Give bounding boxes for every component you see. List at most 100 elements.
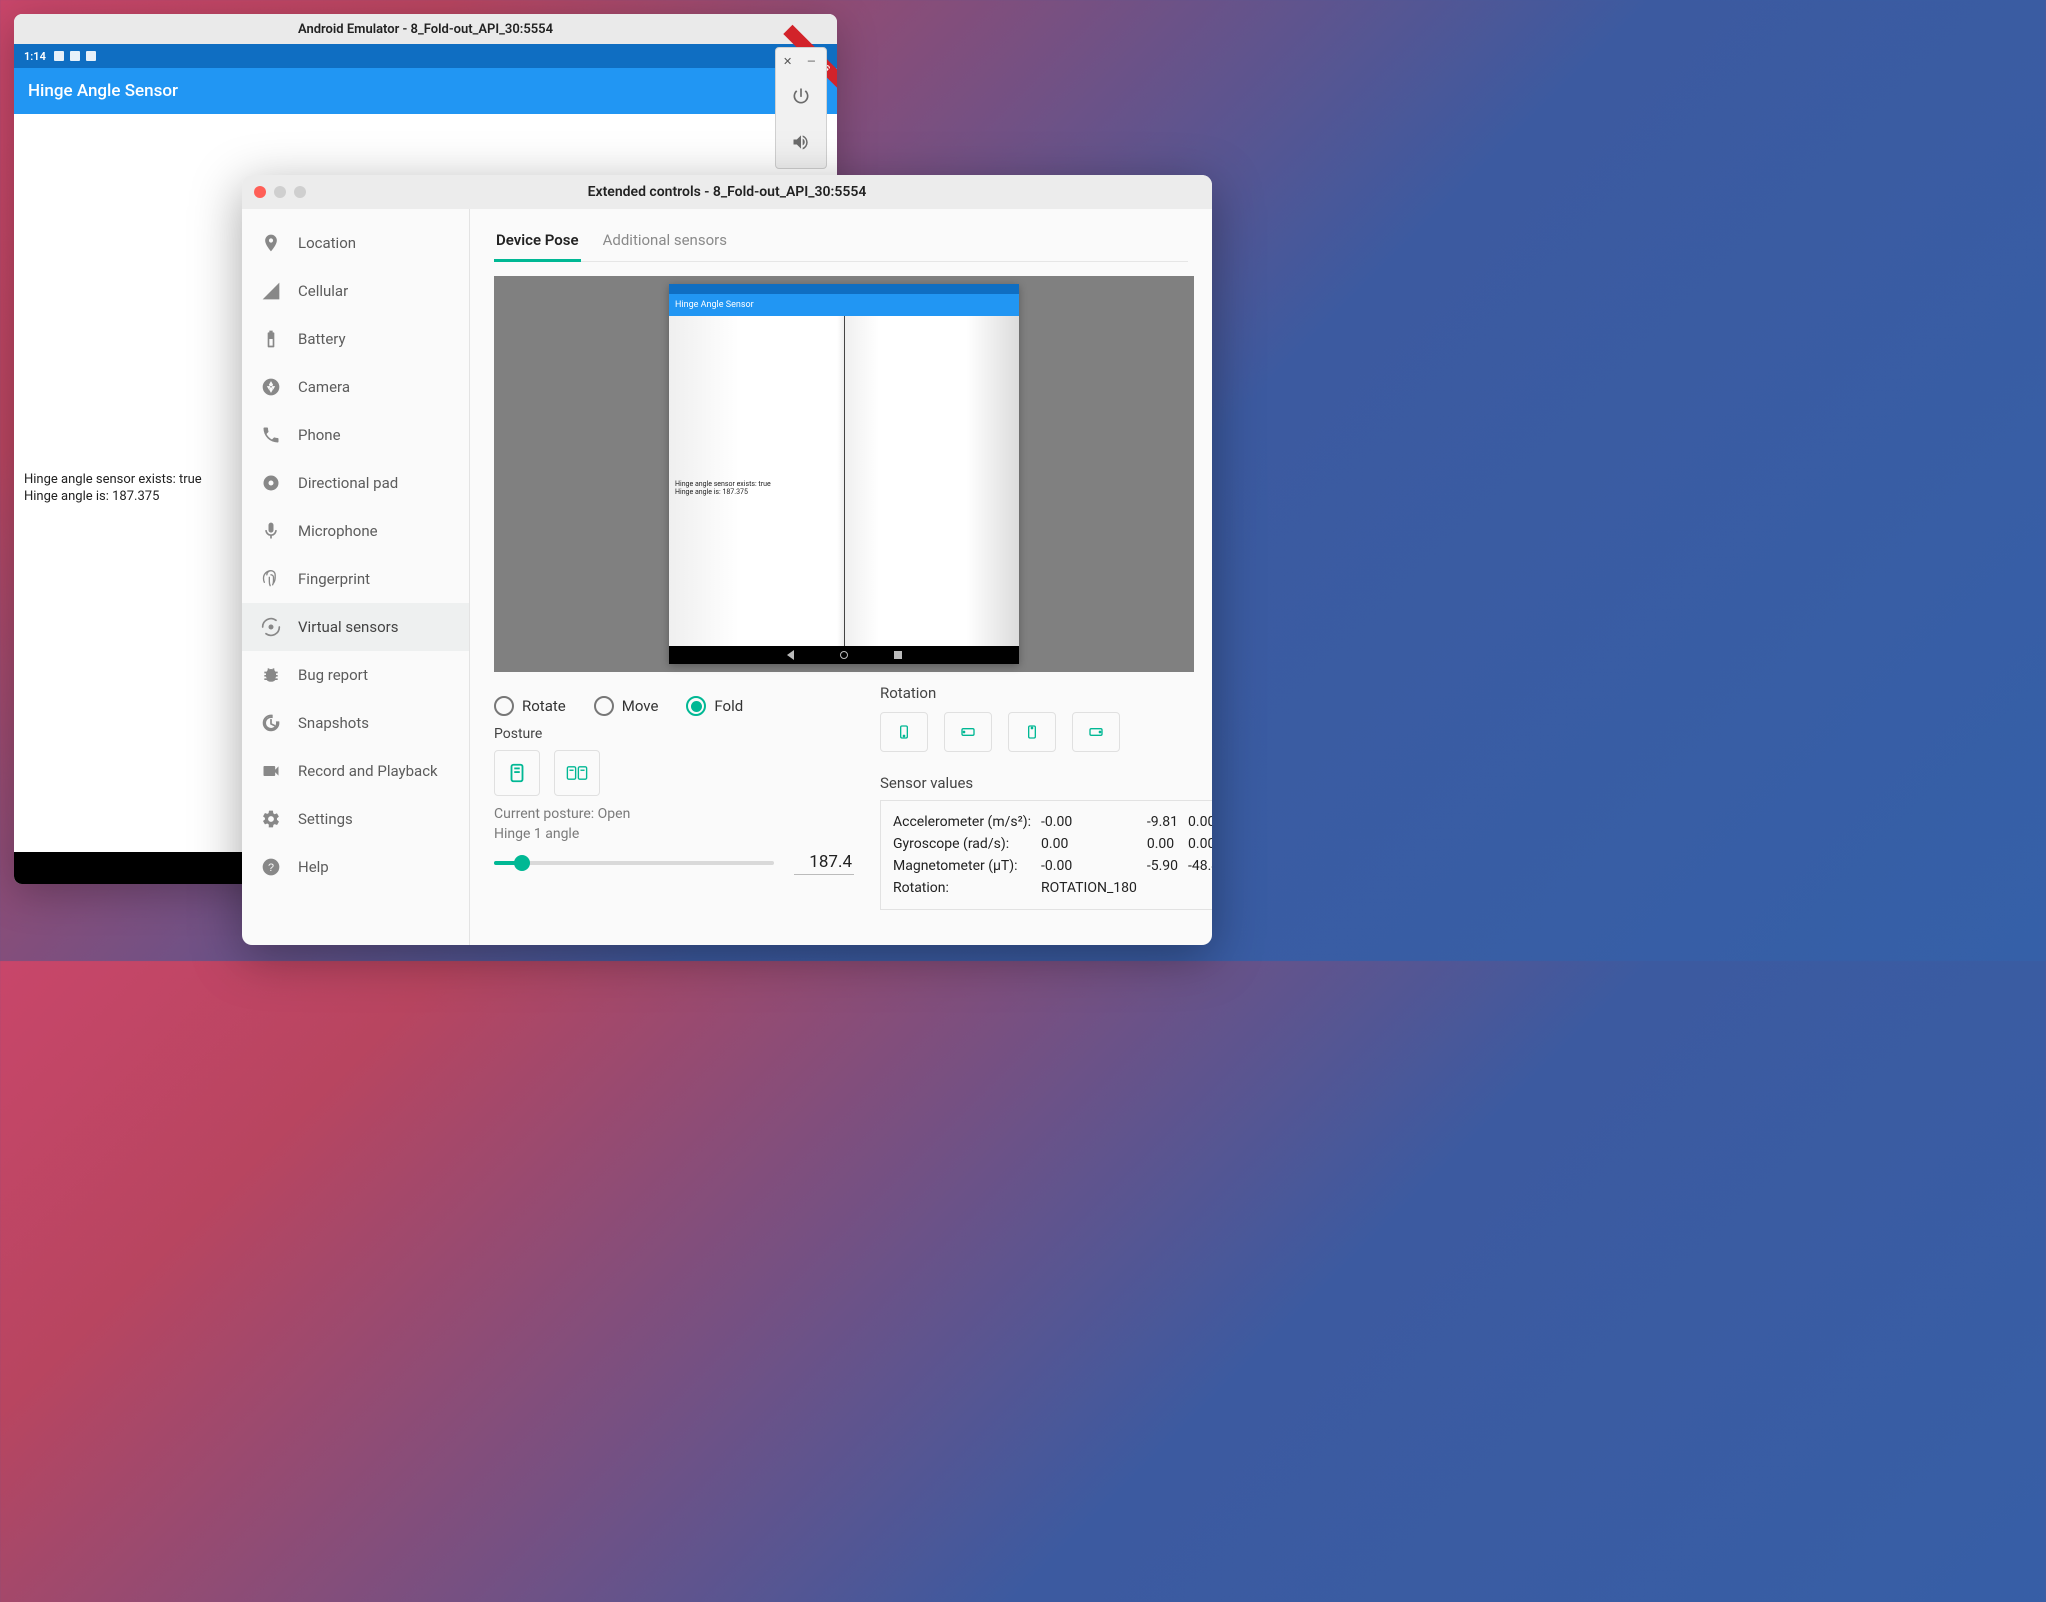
- sidebar-item-label: Location: [298, 234, 356, 252]
- emulator-title: Android Emulator - 8_Fold-out_API_30:555…: [298, 22, 553, 37]
- radio-fold[interactable]: Fold: [686, 696, 743, 716]
- radio-rotate[interactable]: Rotate: [494, 696, 566, 716]
- preview-hinge-line: [844, 316, 845, 646]
- status-left-icons: [54, 51, 96, 61]
- camera-icon: [260, 376, 282, 398]
- sensor-readout: Hinge angle sensor exists: true Hinge an…: [24, 472, 202, 506]
- sidebar-item-settings[interactable]: Settings: [242, 795, 469, 843]
- phone-landscape-reverse-icon: [1085, 724, 1107, 740]
- sidebar-item-battery[interactable]: Battery: [242, 315, 469, 363]
- hinge-angle-value[interactable]: 187.4: [794, 850, 854, 875]
- svg-text:?: ?: [268, 862, 274, 874]
- sidebar-item-label: Snapshots: [298, 714, 369, 732]
- emulator-titlebar: Android Emulator - 8_Fold-out_API_30:555…: [14, 14, 837, 44]
- extended-title: Extended controls - 8_Fold-out_API_30:55…: [242, 184, 1212, 200]
- sidebar-item-cellular[interactable]: Cellular: [242, 267, 469, 315]
- sensor-values-label: Sensor values: [880, 774, 1212, 792]
- sidebar-item-snapshots[interactable]: Snapshots: [242, 699, 469, 747]
- sidebar-item-label: Microphone: [298, 522, 378, 540]
- snapshots-icon: [260, 712, 282, 734]
- sensor-name: Gyroscope (rad/s):: [893, 833, 1041, 855]
- cellular-icon: [260, 280, 282, 302]
- radio-rotate-label: Rotate: [522, 697, 566, 715]
- extended-titlebar: Extended controls - 8_Fold-out_API_30:55…: [242, 175, 1212, 209]
- record-icon: [260, 760, 282, 782]
- window-close-button[interactable]: [254, 186, 266, 198]
- sensor-value: -0.00: [1041, 855, 1147, 877]
- sidebar-item-label: Record and Playback: [298, 762, 438, 780]
- sidebar-item-help[interactable]: ? Help: [242, 843, 469, 891]
- emulator-toolbar: ✕ —: [775, 47, 827, 169]
- rotation-landscape-left-button[interactable]: [944, 712, 992, 752]
- sidebar-item-record[interactable]: Record and Playback: [242, 747, 469, 795]
- posture-label: Posture: [494, 726, 854, 742]
- sensor-tabs: Device Pose Additional sensors: [494, 223, 1188, 262]
- sidebar-item-virtual-sensors[interactable]: Virtual sensors: [242, 603, 469, 651]
- status-time: 1:14: [24, 50, 46, 63]
- sidebar-item-dpad[interactable]: Directional pad: [242, 459, 469, 507]
- dpad-icon: [260, 472, 282, 494]
- sidebar-item-label: Help: [298, 858, 329, 876]
- battery-icon: [260, 328, 282, 350]
- slider-thumb[interactable]: [514, 855, 530, 871]
- sensor-values-box: Accelerometer (m/s²):-0.00-9.810.00Gyros…: [880, 800, 1212, 910]
- volume-button[interactable]: [777, 120, 825, 164]
- sensor-values-table: Accelerometer (m/s²):-0.00-9.810.00Gyros…: [893, 811, 1212, 899]
- tab-device-pose[interactable]: Device Pose: [494, 223, 581, 262]
- location-icon: [260, 232, 282, 254]
- microphone-icon: [260, 520, 282, 542]
- rotation-portrait-reverse-button[interactable]: [1008, 712, 1056, 752]
- extended-main: Device Pose Additional sensors Hinge Ang…: [470, 209, 1212, 945]
- sensor-row: Gyroscope (rad/s):0.000.000.00: [893, 833, 1212, 855]
- preview-statusbar: [669, 284, 1019, 294]
- tab-additional-sensors[interactable]: Additional sensors: [601, 223, 729, 261]
- sidebar-item-bug-report[interactable]: Bug report: [242, 651, 469, 699]
- phone-portrait-reverse-icon: [1021, 724, 1043, 740]
- readout-angle: Hinge angle is: 187.375: [24, 489, 202, 506]
- posture-closed-button[interactable]: [494, 750, 540, 796]
- sidebar-item-camera[interactable]: Camera: [242, 363, 469, 411]
- radio-icon: [594, 696, 614, 716]
- radio-move[interactable]: Move: [594, 696, 659, 716]
- hinge-angle-label: Hinge 1 angle: [494, 826, 854, 842]
- window-maximize-button[interactable]: [294, 186, 306, 198]
- sensor-value: -0.00: [1041, 811, 1147, 833]
- rotation-landscape-right-button[interactable]: [1072, 712, 1120, 752]
- sensor-row: Rotation:ROTATION_180: [893, 877, 1212, 899]
- preview-readout: Hinge angle sensor exists: true Hinge an…: [675, 480, 771, 497]
- fingerprint-icon: [260, 568, 282, 590]
- nav-back-icon: [787, 650, 794, 660]
- device-pose-preview[interactable]: Hinge Angle Sensor Hinge angle sensor ex…: [494, 276, 1194, 672]
- window-traffic-lights: [254, 186, 306, 198]
- radio-icon: [494, 696, 514, 716]
- sensor-value: -48.40: [1188, 855, 1212, 877]
- radio-icon: [686, 696, 706, 716]
- extended-sidebar: Location Cellular Battery CameraPhone Direct…: [242, 209, 470, 945]
- sensor-name: Rotation:: [893, 877, 1041, 899]
- power-icon: [791, 86, 811, 106]
- rotation-buttons: [880, 712, 1212, 752]
- help-icon: ?: [260, 856, 282, 878]
- preview-readout-angle: Hinge angle is: 187.375: [675, 488, 771, 496]
- rotation-portrait-button[interactable]: [880, 712, 928, 752]
- sidebar-item-label: Battery: [298, 330, 346, 348]
- app-title: Hinge Angle Sensor: [28, 81, 178, 101]
- posture-open-button[interactable]: [554, 750, 600, 796]
- window-minimize-button[interactable]: [274, 186, 286, 198]
- sensor-name: Magnetometer (μT):: [893, 855, 1041, 877]
- sidebar-item-microphone[interactable]: Microphone: [242, 507, 469, 555]
- sidebar-item-label: Directional pad: [298, 474, 398, 492]
- radio-move-label: Move: [622, 697, 659, 715]
- hinge-angle-slider[interactable]: [494, 861, 774, 865]
- power-button[interactable]: [777, 74, 825, 118]
- sidebar-item-fingerprint[interactable]: Fingerprint: [242, 555, 469, 603]
- toolbar-close-icon[interactable]: ✕: [783, 56, 795, 68]
- sidebar-item-phone[interactable]: Phone: [242, 411, 469, 459]
- sensor-row: Accelerometer (m/s²):-0.00-9.810.00: [893, 811, 1212, 833]
- sidebar-item-location[interactable]: Location: [242, 219, 469, 267]
- pose-mode-radios: Rotate Move Fold: [494, 696, 854, 716]
- sidebar-item-label: Virtual sensors: [298, 618, 398, 636]
- extended-controls-window: Extended controls - 8_Fold-out_API_30:55…: [242, 175, 1212, 945]
- toolbar-minimize-icon[interactable]: —: [807, 56, 819, 68]
- readout-exists: Hinge angle sensor exists: true: [24, 472, 202, 489]
